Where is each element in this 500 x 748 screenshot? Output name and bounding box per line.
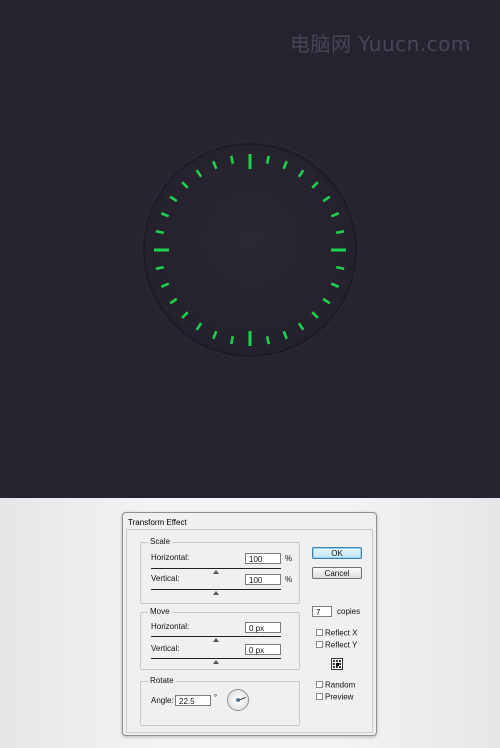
reference-point-dot-tl[interactable] — [333, 660, 335, 662]
reflect-y-label: Reflect Y — [325, 640, 358, 650]
scale-group-label: Scale — [148, 537, 173, 546]
dial-face — [143, 143, 357, 357]
dial-tick — [155, 265, 164, 271]
scale-horizontal-slider-track[interactable] — [151, 568, 281, 569]
move-vertical-label: Vertical: — [151, 644, 180, 653]
scale-horizontal-label: Horizontal: — [151, 553, 190, 562]
reference-point-icon[interactable] — [331, 658, 343, 670]
move-vertical-slider-thumb[interactable] — [213, 660, 219, 664]
copies-input[interactable]: 7 — [312, 606, 332, 617]
rotate-group-label: Rotate — [148, 676, 176, 685]
move-horizontal-slider-thumb[interactable] — [213, 638, 219, 642]
reference-point-dot-bc[interactable] — [336, 666, 338, 668]
cancel-button[interactable]: Cancel — [312, 567, 362, 579]
scale-vertical-label: Vertical: — [151, 574, 180, 583]
rotate-angle-input[interactable]: 22.5 — [175, 695, 211, 706]
dialog-body: Scale Horizontal: 100 % Vertical: 100 % … — [126, 529, 373, 733]
move-vertical-slider-track[interactable] — [151, 658, 281, 659]
rotate-angle-unit: ° — [214, 693, 218, 702]
dial-tick — [155, 229, 164, 235]
rotate-group: Rotate Angle: 22.5 ° — [140, 676, 300, 726]
ok-button[interactable]: OK — [312, 547, 362, 559]
rotate-angle-label: Angle: — [151, 696, 174, 705]
move-group: Move Horizontal: 0 px Vertical: 0 px — [140, 607, 300, 670]
move-horizontal-input[interactable]: 0 px — [245, 622, 281, 633]
scale-group: Scale Horizontal: 100 % Vertical: 100 % — [140, 537, 300, 604]
reflect-x-box[interactable] — [316, 629, 323, 637]
move-vertical-input[interactable]: 0 px — [245, 644, 281, 655]
reflect-y-checkbox[interactable]: Reflect Y — [316, 640, 357, 649]
dial-tick — [265, 155, 271, 164]
scale-horizontal-unit: % — [285, 554, 293, 563]
scale-vertical-slider-thumb[interactable] — [213, 591, 219, 595]
angle-dial-control[interactable] — [227, 689, 249, 711]
random-checkbox[interactable]: Random — [316, 680, 355, 689]
reflect-x-checkbox[interactable]: Reflect X — [316, 628, 357, 637]
dial-tick — [229, 336, 235, 345]
dial-tick — [265, 336, 271, 345]
reference-point-dot-bl[interactable] — [333, 666, 335, 668]
reference-point-dot-tc[interactable] — [336, 660, 338, 662]
dialog-title: Transform Effect — [128, 518, 187, 527]
reference-point-dot-br[interactable] — [339, 666, 341, 668]
random-label: Random — [325, 680, 356, 690]
preview-checkbox[interactable]: Preview — [316, 692, 353, 701]
scale-vertical-slider-track[interactable] — [151, 589, 281, 590]
clock-dial — [122, 122, 378, 378]
reflect-x-label: Reflect X — [325, 628, 358, 638]
dial-tick — [336, 265, 345, 271]
preview-label: Preview — [325, 692, 354, 702]
reflect-y-box[interactable] — [316, 641, 323, 649]
preview-box[interactable] — [316, 693, 323, 701]
scale-horizontal-input[interactable]: 100 — [245, 553, 281, 564]
artboard-canvas: 电脑网 Yuucn.com — [0, 0, 500, 498]
dial-tick — [336, 229, 345, 235]
scale-vertical-input[interactable]: 100 — [245, 574, 281, 585]
scale-vertical-unit: % — [285, 575, 293, 584]
reference-point-dot-tr[interactable] — [339, 660, 341, 662]
reference-point-dot-ml[interactable] — [333, 663, 335, 665]
copies-label: copies — [337, 607, 361, 616]
move-group-label: Move — [148, 607, 172, 616]
dial-tick — [229, 155, 235, 164]
random-box[interactable] — [316, 681, 323, 689]
scale-horizontal-slider-thumb[interactable] — [213, 570, 219, 574]
transform-effect-dialog: Transform Effect Scale Horizontal: 100 %… — [122, 512, 377, 736]
move-horizontal-slider-track[interactable] — [151, 636, 281, 637]
reference-point-dot-mr[interactable] — [339, 663, 341, 665]
move-horizontal-label: Horizontal: — [151, 622, 190, 631]
